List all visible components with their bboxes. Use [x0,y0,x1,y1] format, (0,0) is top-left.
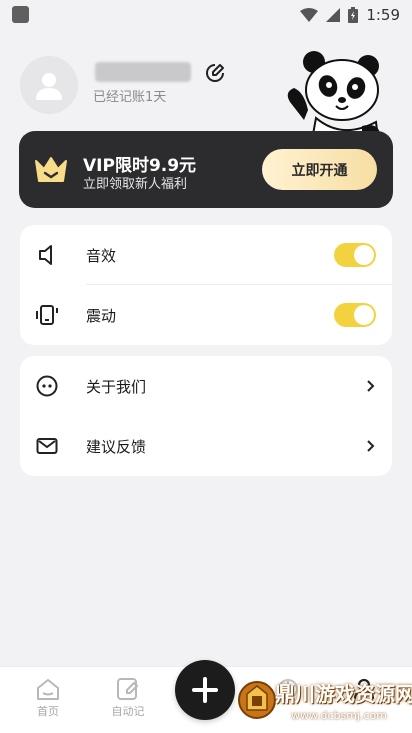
panda-mascot-icon [287,51,380,140]
nav-home-label: 首页 [37,705,59,718]
plus-icon [192,677,218,703]
avatar[interactable] [20,56,78,114]
status-bar: 1:59 [0,0,412,30]
clock: 1:59 [366,6,400,24]
info-card: 关于我们 建议反馈 [20,356,392,476]
activate-vip-button[interactable]: 立即开通 [262,149,377,190]
feedback-row[interactable]: 建议反馈 [20,416,392,476]
watermark: 鼎川游戏资源网 www.dcbsmj.com [233,672,412,732]
crown-icon [35,157,67,182]
vibration-row[interactable]: 震动 [20,285,392,345]
sound-label: 音效 [86,247,117,265]
signal-icon [326,8,341,22]
mail-icon [36,438,58,454]
notification-icon [12,6,29,23]
vibration-label: 震动 [86,307,117,325]
user-icon [36,73,62,100]
nav-auto-label: 自动记 [111,705,145,718]
watermark-text: 鼎川游戏资源网 [275,682,412,706]
nav-auto[interactable]: 自动记 [98,673,158,719]
vibration-toggle[interactable] [334,303,376,327]
days-recorded: 已经记账1天 [93,90,167,105]
username-blurred [95,62,191,82]
wifi-icon [300,8,319,22]
add-record-button[interactable] [175,660,235,720]
feedback-label: 建议反馈 [86,438,147,456]
nav-home[interactable]: 首页 [18,673,78,719]
auto-record-icon [117,678,138,700]
sound-toggle[interactable] [334,243,376,267]
chevron-right-icon [367,440,375,452]
battery-icon [348,7,359,23]
watermark-url: www.dcbsmj.com [291,709,387,722]
smiley-icon [36,375,58,397]
vibrate-phone-icon [36,305,58,325]
about-row[interactable]: 关于我们 [20,356,392,416]
watermark-logo-icon [238,681,276,719]
vip-banner[interactable]: VIP限时9.9元 立即领取新人福利 立即开通 [19,131,393,208]
sound-row[interactable]: 音效 [20,225,392,285]
edit-icon[interactable] [205,63,225,83]
vip-subtitle: 立即领取新人福利 [83,177,188,192]
chevron-right-icon [367,380,375,392]
speaker-icon [39,245,52,265]
home-icon [37,679,59,700]
settings-card: 音效 震动 [20,225,392,345]
about-label: 关于我们 [86,378,147,396]
